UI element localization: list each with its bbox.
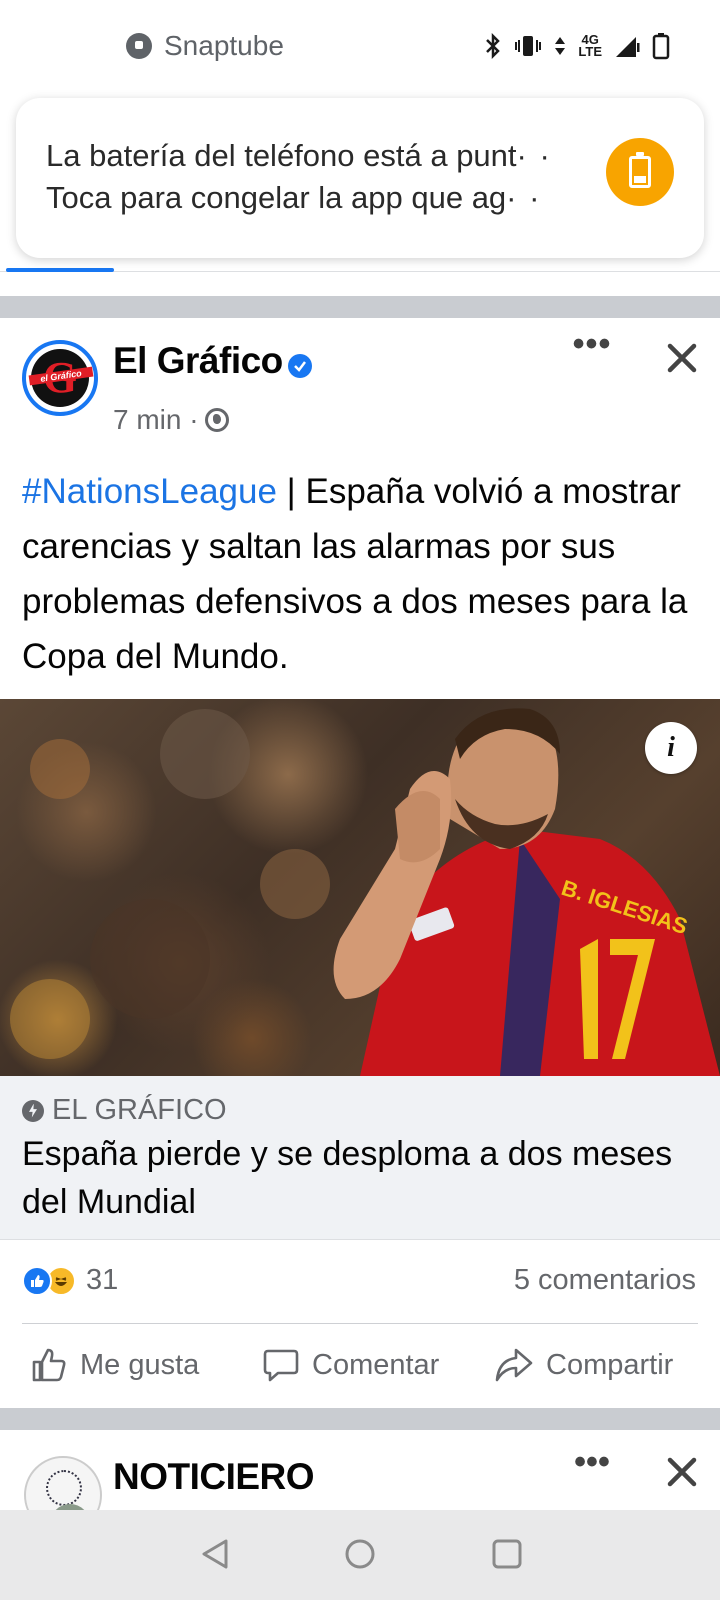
status-bar-app-name: Snaptube [164, 30, 284, 61]
el-grafico-logo: G el Gráfico [28, 349, 94, 407]
comment-bubble-icon [263, 1349, 299, 1382]
link-source: EL GRÁFICO [22, 1094, 227, 1127]
globe-icon [204, 408, 229, 432]
home-icon[interactable] [343, 1537, 377, 1571]
next-page-logo [46, 1470, 82, 1506]
snaptube-icon [126, 33, 152, 59]
post-photo[interactable]: B. IGLESIAS [0, 699, 720, 1076]
hashtag-link[interactable]: #NationsLeague [22, 472, 277, 511]
status-icons: 4G LTE [484, 32, 670, 60]
comment-button[interactable]: Comentar [262, 1346, 439, 1384]
notification-line-2: Toca para congelar la app que ag· · [46, 180, 541, 216]
notification-ellipsis-2: · · [506, 180, 542, 215]
post-text: #NationsLeague | España volvió a mostrar… [22, 464, 702, 684]
link-source-label: EL GRÁFICO [52, 1094, 227, 1126]
like-reaction-icon [22, 1265, 52, 1296]
instant-article-icon [22, 1099, 44, 1122]
verified-badge-icon [288, 354, 312, 378]
battery-notification[interactable]: La batería del teléfono está a punt· · T… [16, 98, 704, 258]
share-label: Compartir [546, 1348, 674, 1381]
freeze-app-button[interactable] [606, 138, 674, 206]
bluetooth-icon [486, 33, 501, 59]
reaction-count: 31 [86, 1264, 119, 1296]
thumbs-up-icon [32, 1348, 66, 1382]
back-icon[interactable] [198, 1537, 232, 1571]
page-avatar[interactable]: G el Gráfico [22, 340, 98, 416]
comments-count[interactable]: 5 comentarios [514, 1264, 696, 1297]
notification-ellipsis-1: · · [516, 138, 552, 173]
close-icon[interactable] [660, 336, 704, 380]
notification-text-1: La batería del teléfono está a punt [46, 138, 517, 173]
status-bar: Snaptube 4G LTE [0, 0, 720, 96]
network-type: 4G LTE [578, 33, 602, 59]
share-arrow-icon [495, 1348, 533, 1382]
tab-active-indicator [6, 268, 114, 272]
status-bar-app: Snaptube [126, 30, 284, 62]
post-time[interactable]: 7 min · [113, 404, 199, 436]
recents-icon[interactable] [490, 1537, 524, 1571]
more-options-button[interactable]: ••• [562, 327, 622, 374]
battery-icon [629, 152, 651, 188]
signal-icon [616, 37, 640, 57]
close-icon[interactable] [660, 1450, 704, 1494]
vibrate-icon [515, 36, 542, 56]
like-label: Me gusta [80, 1348, 200, 1381]
network-type-sub: LTE [578, 44, 602, 59]
data-arrows-icon [555, 37, 566, 55]
notification-text-2: Toca para congelar la app que ag [46, 180, 507, 215]
next-page-name[interactable]: NOTICIERO [113, 1456, 315, 1498]
reaction-summary[interactable]: 31 [22, 1264, 118, 1297]
comment-label: Comentar [312, 1348, 440, 1381]
battery-icon [652, 33, 670, 60]
link-title[interactable]: España pierde y se desploma a dos meses … [22, 1130, 712, 1226]
share-button[interactable]: Compartir [494, 1346, 673, 1384]
player-figure: B. IGLESIAS [333, 708, 720, 1076]
post-meta: 7 min · [113, 404, 229, 436]
info-button[interactable]: i [645, 722, 697, 774]
feed-separator [0, 296, 720, 318]
like-button[interactable]: Me gusta [30, 1346, 199, 1384]
feed-separator [0, 1408, 720, 1430]
page-name[interactable]: El Gráfico [113, 340, 283, 382]
next-more-options-button[interactable]: ••• [562, 1445, 622, 1492]
notification-line-1: La batería del teléfono está a punt· · [46, 138, 552, 174]
actions-divider [22, 1323, 698, 1324]
